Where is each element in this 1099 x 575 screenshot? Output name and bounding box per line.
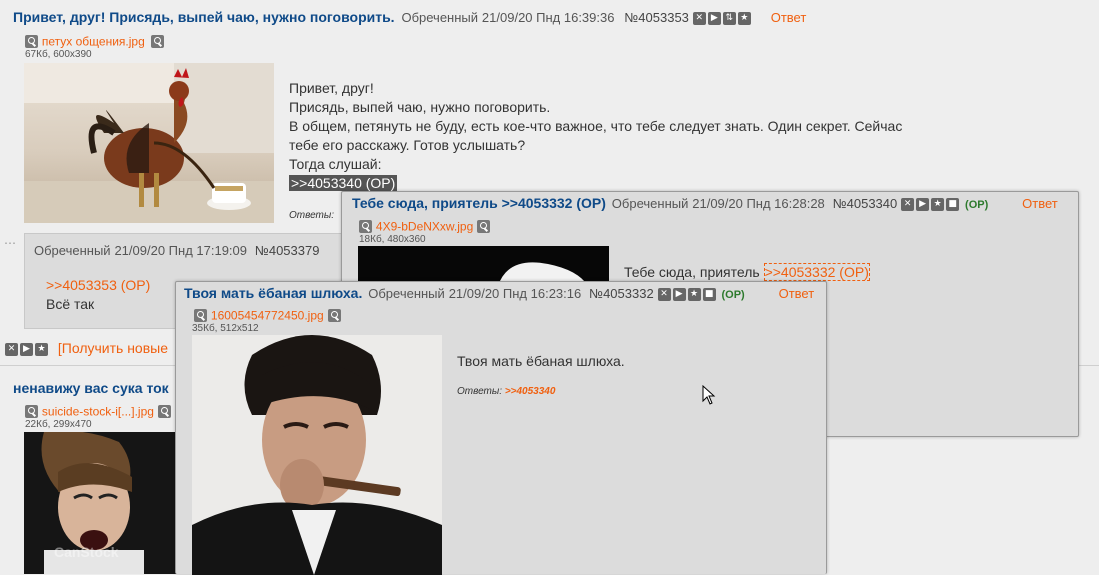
popup1-play-icon[interactable]: ▶ bbox=[916, 197, 930, 211]
popup1-file-row: 4X9-bDeNXxw.jpg bbox=[359, 217, 491, 233]
reply-post-number[interactable]: №4053379 bbox=[255, 243, 320, 258]
popup2-number[interactable]: №4053332 bbox=[589, 286, 654, 301]
reply-post-header: Обреченный 21/09/20 Пнд 17:19:09 №405337… bbox=[34, 242, 319, 258]
popup1-datetime: 21/09/20 Пнд 16:28:28 bbox=[692, 196, 825, 211]
popup2-file-row: 16005454772450.jpg bbox=[194, 306, 341, 322]
popup1-body: Тебе сюда, приятель >>4053332 (OP) bbox=[624, 263, 870, 282]
popup1-file-info: 18Кб, 480x360 bbox=[359, 234, 426, 245]
reply-quote-link[interactable]: >>4053353 (OP) bbox=[46, 277, 150, 293]
popup2-author: Обреченный bbox=[368, 286, 445, 301]
op-line-4: тебе его расскажу. Готов услышать? bbox=[289, 137, 526, 153]
reply-ellipsis: ⋯ bbox=[4, 236, 16, 250]
search-image-icon-2[interactable] bbox=[150, 34, 164, 48]
popup2-file-name[interactable]: 16005454772450.jpg bbox=[211, 308, 324, 322]
favorite-thread-icon[interactable]: ★ bbox=[35, 342, 48, 356]
popup1-search-image-icon[interactable] bbox=[359, 219, 372, 233]
op-line-5: Тогда слушай: bbox=[289, 156, 382, 172]
popup1-stop-icon[interactable]: ■ bbox=[946, 197, 960, 211]
op-post-header: Привет, друг! Присядь, выпей чаю, нужно … bbox=[13, 9, 806, 25]
popup2-answers-link[interactable]: >>4053340 bbox=[505, 386, 556, 397]
next-thread-file-row: suicide-stock-i[...].jpg bbox=[25, 402, 171, 418]
cursor-arrow-icon bbox=[702, 384, 716, 405]
popup2-thumbnail[interactable] bbox=[192, 335, 442, 575]
search-image-icon[interactable] bbox=[25, 34, 38, 48]
popup1-hide-icon[interactable]: ✕ bbox=[901, 197, 915, 211]
popup1-search-image-icon-2[interactable] bbox=[477, 219, 491, 233]
popup1-author: Обреченный bbox=[611, 196, 689, 211]
popup1-header: Тебе сюда, приятель >>4053332 (OP) Обреч… bbox=[352, 195, 1058, 211]
next-thread-file-info: 22Кб, 299x470 bbox=[25, 419, 92, 430]
op-answers-label: Ответы: bbox=[289, 210, 335, 221]
op-post-body: Привет, друг! Присядь, выпей чаю, нужно … bbox=[289, 79, 902, 193]
popup1-op-badge: (OP) bbox=[965, 199, 989, 211]
popup1-thumbnail[interactable] bbox=[358, 246, 609, 286]
reply-post-author: Обреченный bbox=[34, 243, 111, 258]
popup2-answers-label: Ответы: bbox=[457, 386, 503, 397]
hide-icon[interactable]: ✕ bbox=[692, 11, 706, 25]
op-file-name[interactable]: петух общения.jpg bbox=[42, 34, 145, 48]
popup2-answers: Ответы: >>4053340 bbox=[457, 386, 555, 397]
popup1-image-illustration bbox=[358, 246, 609, 286]
hide-thread-icon[interactable]: ✕ bbox=[5, 342, 18, 356]
op-post-datetime: 21/09/20 Пнд 16:39:36 bbox=[481, 10, 615, 25]
reply-post-datetime: 21/09/20 Пнд 17:19:09 bbox=[114, 243, 247, 258]
play-thread-icon[interactable]: ▶ bbox=[20, 342, 33, 356]
op-file-info: 67Кб, 600x390 bbox=[25, 49, 92, 60]
op-post-number[interactable]: №4053353 bbox=[624, 10, 689, 25]
popup2-search-image-icon[interactable] bbox=[194, 308, 207, 322]
popup2-header: Твоя мать ёбаная шлюха. Обреченный 21/09… bbox=[184, 285, 814, 301]
popup2-search-image-icon-2[interactable] bbox=[327, 308, 341, 322]
op-line-2: Присядь, выпей чаю, нужно поговорить. bbox=[289, 99, 551, 115]
favorite-star-icon[interactable]: ★ bbox=[737, 11, 751, 25]
watermark-text: CanStock bbox=[54, 544, 119, 560]
next-thread-subject: ненавижу вас сука ток bbox=[13, 380, 169, 396]
op-quote-link-highlighted[interactable]: >>4053340 (OP) bbox=[289, 175, 398, 191]
popup2-file-info: 35Кб, 512x512 bbox=[192, 323, 259, 334]
popup2-text: Твоя мать ёбаная шлюха. bbox=[457, 353, 625, 369]
sort-icon[interactable]: ⇅ bbox=[722, 11, 736, 25]
next-thread-file-name[interactable]: suicide-stock-i[...].jpg bbox=[42, 404, 154, 418]
popup2-hide-icon[interactable]: ✕ bbox=[657, 287, 671, 301]
popup2-op-badge: (OP) bbox=[721, 289, 745, 301]
popup2-stop-icon[interactable]: ■ bbox=[702, 287, 716, 301]
popup1-number[interactable]: №4053340 bbox=[833, 196, 898, 211]
op-thumbnail-rooster[interactable] bbox=[24, 63, 274, 223]
rooster-illustration bbox=[24, 63, 274, 223]
op-file-row: петух общения.jpg bbox=[25, 32, 164, 48]
search-image-icon-3[interactable] bbox=[25, 404, 38, 418]
op-line-1: Привет, друг! bbox=[289, 80, 374, 96]
search-image-icon-4[interactable] bbox=[157, 404, 171, 418]
man-with-cigar-illustration bbox=[192, 335, 442, 575]
thread-controls: ✕ ▶ ★ [Получить новые bbox=[5, 340, 168, 356]
popup2-datetime: 21/09/20 Пнд 16:23:16 bbox=[448, 286, 582, 301]
post-preview-popup-4053332: Твоя мать ёбаная шлюха. Обреченный 21/09… bbox=[175, 281, 827, 575]
op-line-3: В общем, петянуть не буду, есть кое-что … bbox=[289, 118, 903, 134]
op-post-author: Обреченный bbox=[401, 10, 479, 25]
popup1-reply-link[interactable]: Ответ bbox=[1022, 196, 1058, 211]
get-new-posts-link[interactable]: [Получить новые bbox=[58, 340, 168, 356]
popup1-subject: Тебе сюда, приятель >>4053332 (OP) bbox=[352, 195, 606, 211]
reply-post-text: Всё так bbox=[46, 296, 95, 312]
op-post-reply-link[interactable]: Ответ bbox=[771, 10, 807, 25]
play-icon[interactable]: ▶ bbox=[707, 11, 721, 25]
popup2-reply-link[interactable]: Ответ bbox=[779, 286, 815, 301]
popup2-play-icon[interactable]: ▶ bbox=[672, 287, 686, 301]
next-thread-thumbnail[interactable]: CanStock bbox=[24, 432, 179, 574]
mouse-cursor-icon bbox=[702, 384, 716, 408]
popup1-text: Тебе сюда, приятель bbox=[624, 264, 760, 280]
popup1-star-icon[interactable]: ★ bbox=[931, 197, 945, 211]
popup2-subject: Твоя мать ёбаная шлюха. bbox=[184, 285, 363, 301]
op-post-subject: Привет, друг! Присядь, выпей чаю, нужно … bbox=[13, 9, 395, 25]
popup1-file-name[interactable]: 4X9-bDeNXxw.jpg bbox=[376, 219, 473, 233]
popup1-quote-link[interactable]: >>4053332 (OP) bbox=[763, 263, 870, 281]
popup2-star-icon[interactable]: ★ bbox=[687, 287, 701, 301]
